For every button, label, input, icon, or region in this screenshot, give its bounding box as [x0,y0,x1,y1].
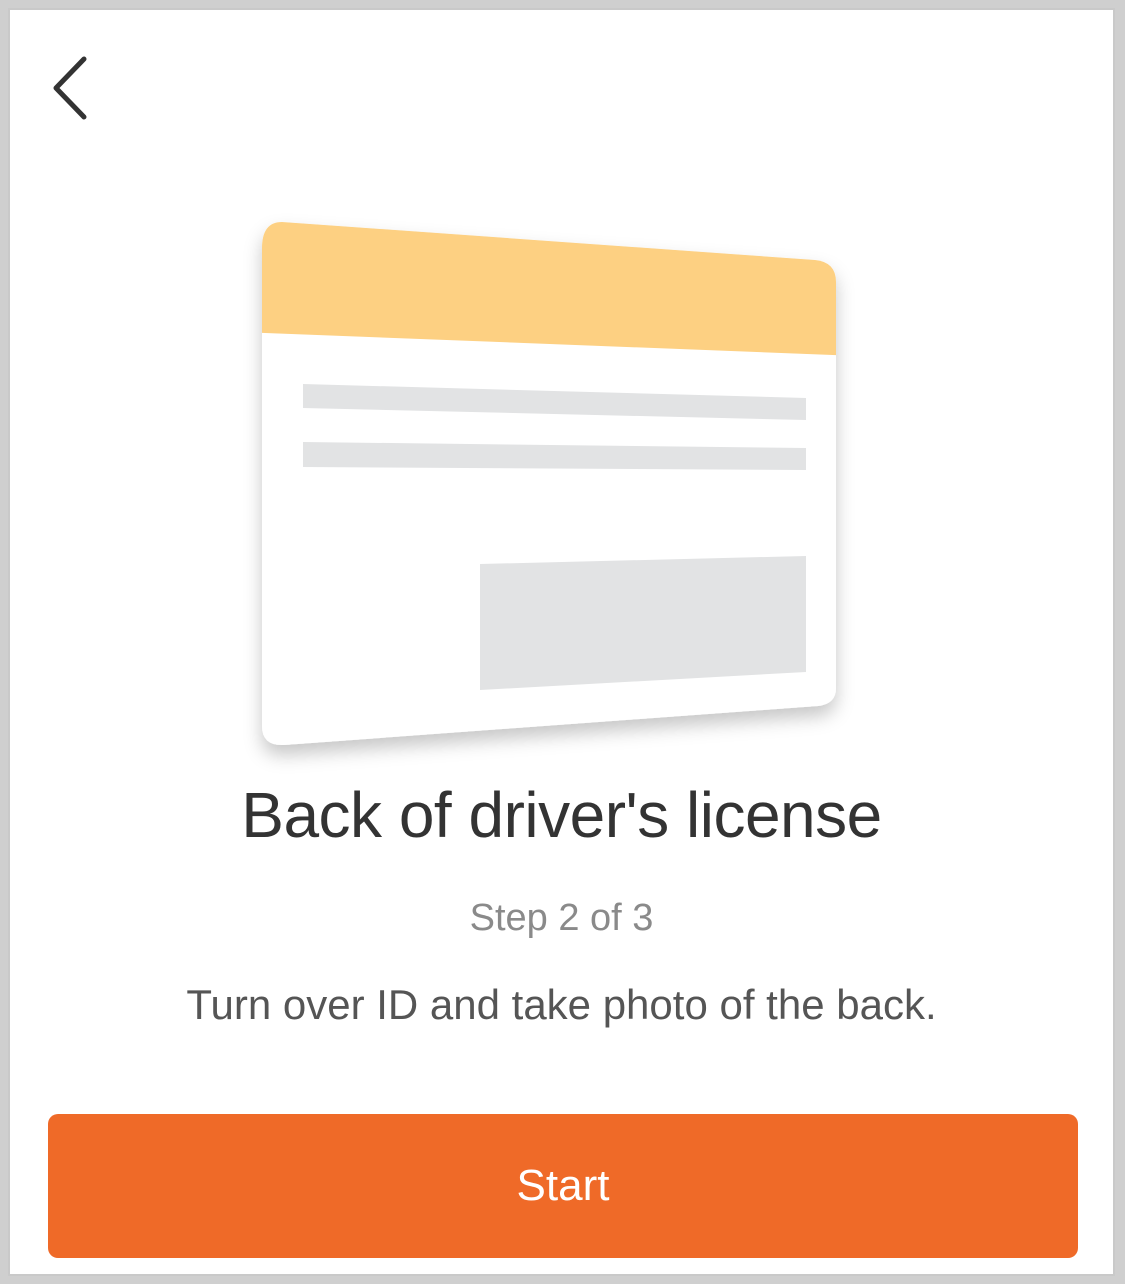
screen: Back of driver's license Step 2 of 3 Tur… [8,8,1115,1276]
back-button[interactable] [40,48,100,128]
step-indicator: Step 2 of 3 [469,897,654,939]
start-button[interactable]: Start [48,1114,1078,1258]
magnetic-stripe [262,222,836,356]
id-card-illustration [240,210,860,780]
chevron-left-icon [53,56,87,120]
page-title: Back of driver's license [241,779,882,851]
id-card-back-icon [262,222,836,746]
barcode-placeholder [480,556,806,690]
instruction-text: Turn over ID and take photo of the back. [186,981,937,1028]
start-button-label: Start [516,1161,610,1210]
